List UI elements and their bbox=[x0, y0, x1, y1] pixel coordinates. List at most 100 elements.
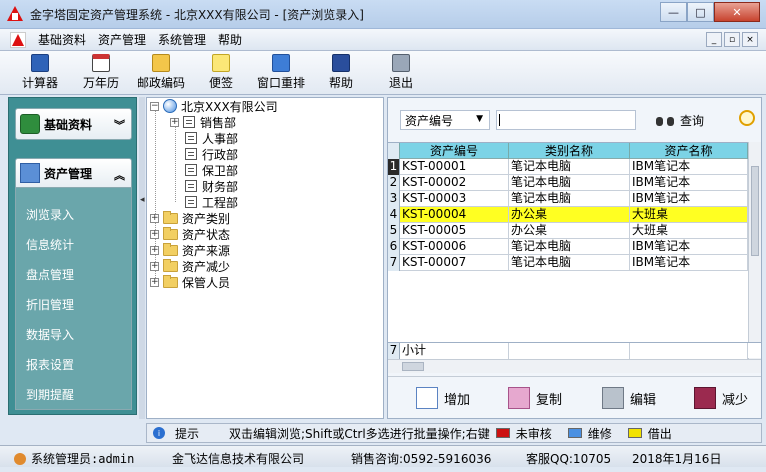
nav-report-settings[interactable]: 报表设置 bbox=[26, 356, 74, 373]
table-row[interactable]: 3 KST-00003 笔记本电脑 IBM笔记本 bbox=[388, 191, 748, 207]
collapse-toggle[interactable]: − bbox=[150, 101, 159, 111]
cell-category[interactable]: 办公桌 bbox=[509, 207, 630, 223]
panel-splitter[interactable] bbox=[139, 97, 145, 419]
maximize-button[interactable]: □ bbox=[687, 2, 714, 22]
cell-category[interactable]: 笔记本电脑 bbox=[509, 255, 630, 271]
edit-button[interactable]: 编辑 bbox=[602, 387, 656, 409]
close-button[interactable]: ✕ bbox=[714, 2, 760, 22]
cell-name[interactable]: IBM笔记本 bbox=[630, 175, 748, 191]
table-row[interactable]: 6 KST-00006 笔记本电脑 IBM笔记本 bbox=[388, 239, 748, 255]
exit-button[interactable]: 退出 bbox=[389, 54, 413, 92]
chevron-up-icon[interactable]: ︽ bbox=[114, 167, 125, 183]
table-vertical-scrollbar[interactable] bbox=[748, 142, 761, 360]
expand-toggle[interactable]: + bbox=[150, 229, 159, 239]
cell-code[interactable]: KST-00006 bbox=[400, 239, 509, 255]
nav-expiry-reminder[interactable]: 到期提醒 bbox=[26, 386, 74, 403]
status-bar: 系统管理员:admin 金飞达信息技术有限公司 销售咨询:0592-591603… bbox=[0, 445, 766, 467]
cell-code[interactable]: KST-00003 bbox=[400, 191, 509, 207]
cell-code[interactable]: KST-00004 bbox=[400, 207, 509, 223]
cell-code[interactable]: KST-00005 bbox=[400, 223, 509, 239]
tree-item-engineering[interactable]: 工程部 bbox=[185, 194, 238, 210]
menu-basic-data[interactable]: 基础资料 bbox=[38, 31, 86, 48]
tree-item-custodian[interactable]: + 保管人员 bbox=[150, 274, 230, 290]
nav-statistics[interactable]: 信息统计 bbox=[26, 236, 74, 253]
tree-root[interactable]: − 北京XXX有限公司 bbox=[150, 98, 278, 114]
calendar-button[interactable]: 万年历 bbox=[83, 54, 119, 92]
expand-toggle[interactable]: + bbox=[150, 213, 159, 223]
nav-browse-entry[interactable]: 浏览录入 bbox=[26, 206, 74, 223]
cell-name[interactable]: IBM笔记本 bbox=[630, 191, 748, 207]
table-row[interactable]: 5 KST-00005 办公桌 大班桌 bbox=[388, 223, 748, 239]
cell-code[interactable]: KST-00001 bbox=[400, 159, 509, 175]
tree-item-asset-source[interactable]: + 资产来源 bbox=[150, 242, 230, 258]
cell-name[interactable]: 大班桌 bbox=[630, 207, 748, 223]
rearrange-windows-button[interactable]: 窗口重排 bbox=[257, 54, 305, 92]
cell-category[interactable]: 笔记本电脑 bbox=[509, 191, 630, 207]
chevron-down-icon[interactable]: ︾ bbox=[114, 117, 125, 133]
expand-toggle[interactable]: + bbox=[170, 117, 179, 127]
tree-item-admin[interactable]: 行政部 bbox=[185, 146, 238, 162]
search-input[interactable] bbox=[496, 110, 636, 130]
expand-toggle[interactable]: + bbox=[150, 277, 159, 287]
nav-inventory[interactable]: 盘点管理 bbox=[26, 266, 74, 283]
tree-item-asset-reduction[interactable]: + 资产减少 bbox=[150, 258, 230, 274]
table-row[interactable]: 4 KST-00004 办公桌 大班桌 bbox=[388, 207, 748, 223]
splitter-arrow-icon[interactable]: ◂ bbox=[140, 195, 145, 205]
exit-door-icon bbox=[392, 54, 410, 72]
cell-category[interactable]: 办公桌 bbox=[509, 223, 630, 239]
tree-item-hr[interactable]: 人事部 bbox=[185, 130, 238, 146]
title-bar: 金字塔固定资产管理系统 - 北京XXX有限公司 - [资产浏览录入] — □ ✕ bbox=[0, 0, 766, 29]
tree-item-asset-status[interactable]: + 资产状态 bbox=[150, 226, 230, 242]
cell-category[interactable]: 笔记本电脑 bbox=[509, 239, 630, 255]
expand-toggle[interactable]: + bbox=[150, 245, 159, 255]
menu-asset-management[interactable]: 资产管理 bbox=[98, 31, 146, 48]
calculator-button[interactable]: 计算器 bbox=[22, 54, 58, 92]
postcode-button[interactable]: 邮政编码 bbox=[137, 54, 185, 92]
mdi-restore-button[interactable]: ▫ bbox=[724, 32, 740, 47]
group-basic-data[interactable]: 基础资料 ︾ bbox=[15, 108, 132, 140]
column-header-code[interactable]: 资产编号 bbox=[400, 143, 509, 159]
expand-toggle[interactable]: + bbox=[150, 261, 159, 271]
cell-name[interactable]: IBM笔记本 bbox=[630, 159, 748, 175]
search-field-select[interactable]: 资产编号 ▼ bbox=[400, 110, 490, 130]
postcode-icon bbox=[152, 54, 170, 72]
query-button[interactable]: 查询 bbox=[656, 112, 704, 129]
cell-name[interactable]: IBM笔记本 bbox=[630, 239, 748, 255]
scrollbar-thumb[interactable] bbox=[751, 166, 759, 256]
cell-name[interactable]: IBM笔记本 bbox=[630, 255, 748, 271]
menu-help[interactable]: 帮助 bbox=[218, 31, 242, 48]
cell-code[interactable]: KST-00002 bbox=[400, 175, 509, 191]
table-row[interactable]: 7 KST-00007 笔记本电脑 IBM笔记本 bbox=[388, 255, 748, 271]
add-button[interactable]: 增加 bbox=[416, 387, 470, 409]
column-header-category[interactable]: 类别名称 bbox=[509, 143, 630, 159]
reduce-button[interactable]: 减少 bbox=[694, 387, 748, 409]
menu-app-icon[interactable] bbox=[10, 31, 26, 48]
copy-button[interactable]: 复制 bbox=[508, 387, 562, 409]
column-header-name[interactable]: 资产名称 bbox=[630, 143, 748, 159]
cell-category[interactable]: 笔记本电脑 bbox=[509, 175, 630, 191]
cell-name[interactable]: 大班桌 bbox=[630, 223, 748, 239]
summary-label: 小计 bbox=[400, 343, 509, 359]
tree-item-asset-category[interactable]: + 资产类别 bbox=[150, 210, 230, 226]
table-horizontal-scrollbar[interactable] bbox=[388, 359, 761, 373]
tree-item-security[interactable]: 保卫部 bbox=[185, 162, 238, 178]
legend-label: 维修 bbox=[587, 426, 612, 441]
scrollbar-thumb[interactable] bbox=[402, 362, 424, 371]
nav-depreciation[interactable]: 折旧管理 bbox=[26, 296, 74, 313]
help-button[interactable]: 帮助 bbox=[329, 54, 353, 92]
group-asset-management[interactable]: 资产管理 ︽ bbox=[15, 158, 132, 188]
magnifier-icon[interactable] bbox=[739, 110, 755, 126]
dropdown-arrow-icon[interactable]: ▼ bbox=[476, 114, 483, 124]
cell-category[interactable]: 笔记本电脑 bbox=[509, 159, 630, 175]
minimize-button[interactable]: — bbox=[660, 2, 687, 22]
table-row[interactable]: 2 KST-00002 笔记本电脑 IBM笔记本 bbox=[388, 175, 748, 191]
mdi-close-button[interactable]: × bbox=[742, 32, 758, 47]
note-button[interactable]: 便签 bbox=[209, 54, 233, 92]
tree-item-finance[interactable]: 财务部 bbox=[185, 178, 238, 194]
nav-data-import[interactable]: 数据导入 bbox=[26, 326, 74, 343]
mdi-minimize-button[interactable]: _ bbox=[706, 32, 722, 47]
cell-code[interactable]: KST-00007 bbox=[400, 255, 509, 271]
menu-system-management[interactable]: 系统管理 bbox=[158, 31, 206, 48]
table-row[interactable]: 1 KST-00001 笔记本电脑 IBM笔记本 bbox=[388, 159, 748, 175]
tree-item-sales[interactable]: + 销售部 bbox=[170, 114, 236, 130]
